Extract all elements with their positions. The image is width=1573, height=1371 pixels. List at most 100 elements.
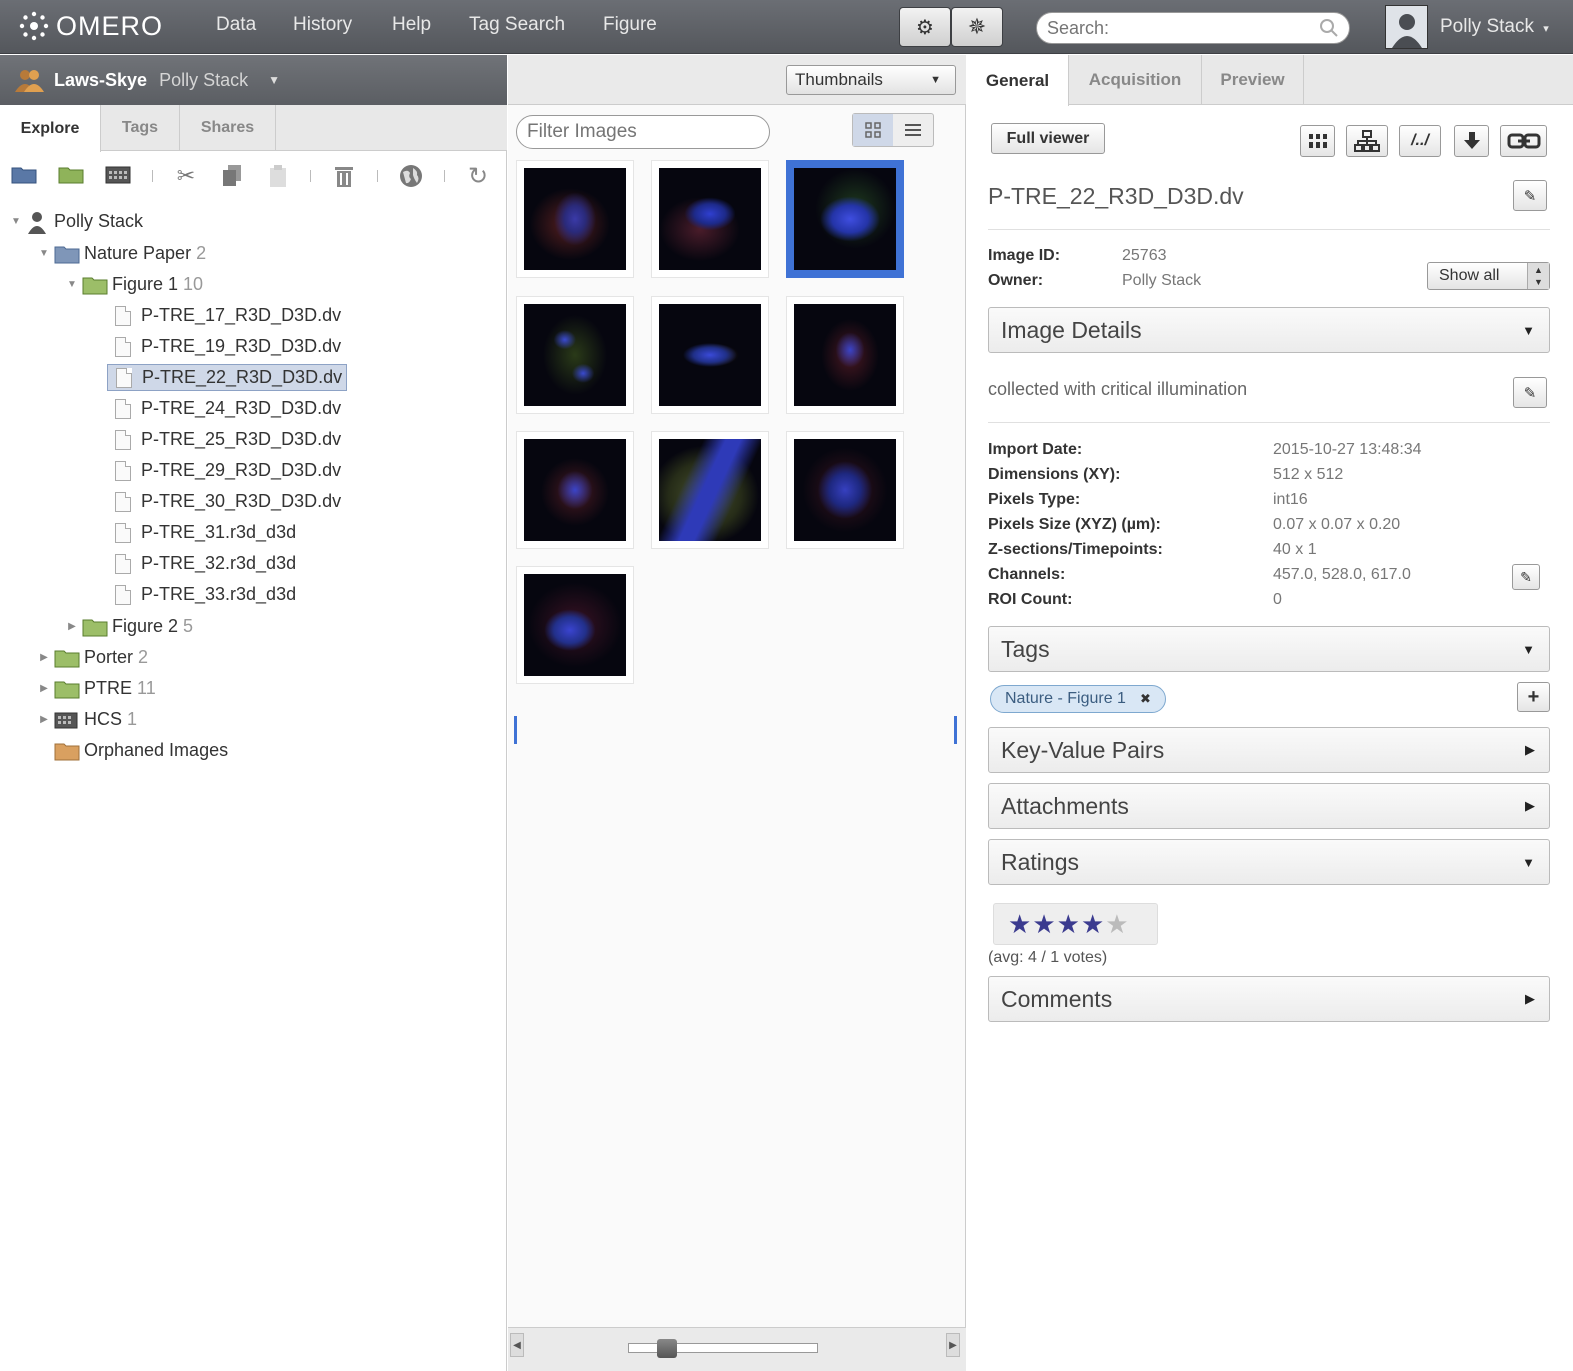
tree-orphaned-node[interactable]: Orphaned Images <box>50 737 228 764</box>
activities-button[interactable]: ✵ <box>951 7 1003 47</box>
cut-icon[interactable]: ✂ <box>172 162 200 190</box>
right-splitter-handle[interactable] <box>954 716 957 744</box>
tree-image-node[interactable]: P-TRE_31.r3d_d3d <box>107 519 296 546</box>
image-thumbnail[interactable] <box>516 160 634 278</box>
zoom-slider-handle[interactable] <box>657 1339 677 1358</box>
tab-tags[interactable]: Tags <box>101 105 180 151</box>
image-thumbnail[interactable] <box>651 431 769 549</box>
tree-image-node[interactable]: P-TRE_22_R3D_D3D.dv <box>107 364 348 391</box>
image-thumbnail[interactable] <box>516 566 634 684</box>
user-avatar[interactable] <box>1385 5 1428 49</box>
edit-name-button[interactable]: ✎ <box>1513 180 1547 211</box>
link-button[interactable] <box>1500 125 1547 157</box>
edit-description-button[interactable]: ✎ <box>1513 377 1547 408</box>
tree-expand-icon[interactable]: ▶ <box>38 714 50 725</box>
ratings-header[interactable]: Ratings ▼ <box>988 839 1550 885</box>
attachments-header[interactable]: Attachments ▶ <box>988 783 1550 829</box>
download-icon <box>1463 132 1480 149</box>
paste-icon[interactable] <box>264 162 292 190</box>
search-icon[interactable] <box>1319 18 1339 38</box>
show-all-label: Show all <box>1439 267 1500 284</box>
tab-explore[interactable]: Explore <box>0 105 101 152</box>
image-thumbnail[interactable] <box>516 431 634 549</box>
comments-header[interactable]: Comments ▶ <box>988 976 1550 1022</box>
star-icon[interactable]: ★ <box>1105 909 1129 940</box>
add-tag-button[interactable]: + <box>1517 682 1550 712</box>
tree-project-node[interactable]: ▼ Nature Paper 2 <box>38 240 206 267</box>
image-thumbnail[interactable] <box>516 296 634 414</box>
collapse-right-arrow[interactable]: ▶ <box>946 1333 960 1357</box>
edit-channels-button[interactable]: ✎ <box>1512 564 1540 590</box>
open-with-button[interactable] <box>1300 125 1335 157</box>
search-box[interactable] <box>1036 12 1350 44</box>
star-icon[interactable]: ★ <box>1081 909 1105 940</box>
scripts-button[interactable]: ⚙ <box>899 7 951 47</box>
filter-images-input[interactable] <box>527 121 769 143</box>
tag-pill[interactable]: Nature - Figure 1 ✖ <box>990 685 1166 713</box>
new-project-icon[interactable] <box>10 160 38 188</box>
hierarchy-button[interactable] <box>1346 125 1388 157</box>
collapse-left-arrow[interactable]: ◀ <box>510 1333 524 1357</box>
image-thumbnail[interactable] <box>651 296 769 414</box>
key-value-pairs-header[interactable]: Key-Value Pairs ▶ <box>988 727 1550 773</box>
roi-button[interactable]: /../ <box>1399 125 1441 157</box>
left-splitter-handle[interactable] <box>514 716 517 744</box>
nav-history[interactable]: History <box>293 14 352 36</box>
refresh-icon[interactable]: ↻ <box>464 162 492 190</box>
tags-header[interactable]: Tags ▼ <box>988 626 1550 672</box>
tree-image-node[interactable]: P-TRE_17_R3D_D3D.dv <box>107 302 341 329</box>
globe-icon[interactable] <box>397 162 425 190</box>
tree-user-node[interactable]: ▼ Polly Stack <box>10 208 143 235</box>
show-all-select[interactable]: Show all ▲ ▼ <box>1427 262 1550 290</box>
tree-image-node[interactable]: P-TRE_33.r3d_d3d <box>107 581 296 608</box>
tree-expand-icon[interactable]: ▶ <box>38 652 50 663</box>
star-icon[interactable]: ★ <box>1057 909 1081 940</box>
star-icon[interactable]: ★ <box>1008 909 1032 940</box>
tree-image-node[interactable]: P-TRE_19_R3D_D3D.dv <box>107 333 341 360</box>
filter-box[interactable] <box>516 115 770 149</box>
tree-expand-icon[interactable]: ▶ <box>66 621 78 632</box>
list-view-button[interactable] <box>893 114 933 146</box>
view-mode-select[interactable]: Thumbnails ▼ <box>786 65 956 95</box>
new-screen-icon[interactable] <box>104 160 132 188</box>
remove-tag-icon[interactable]: ✖ <box>1140 691 1151 707</box>
copy-icon[interactable] <box>218 162 246 190</box>
nav-help[interactable]: Help <box>392 14 431 36</box>
image-thumbnail[interactable] <box>786 431 904 549</box>
tab-general[interactable]: General <box>967 55 1069 106</box>
tab-preview[interactable]: Preview <box>1202 55 1304 105</box>
tree-expand-icon[interactable]: ▼ <box>10 216 22 227</box>
image-thumbnail[interactable] <box>786 296 904 414</box>
tree-image-node[interactable]: P-TRE_29_R3D_D3D.dv <box>107 457 341 484</box>
tree-expand-icon[interactable]: ▼ <box>66 279 78 290</box>
tab-acquisition[interactable]: Acquisition <box>1069 55 1202 105</box>
star-icon[interactable]: ★ <box>1032 909 1056 940</box>
tree-porter-node[interactable]: ▶ Porter 2 <box>38 644 148 671</box>
tree-image-node[interactable]: P-TRE_24_R3D_D3D.dv <box>107 395 341 422</box>
image-details-header[interactable]: Image Details ▼ <box>988 307 1550 353</box>
tree-ptre-node[interactable]: ▶ PTRE 11 <box>38 675 156 702</box>
download-button[interactable] <box>1454 125 1489 157</box>
delete-icon[interactable] <box>330 162 358 190</box>
grid-view-button[interactable] <box>853 114 893 146</box>
tree-image-node[interactable]: P-TRE_32.r3d_d3d <box>107 550 296 577</box>
tree-expand-icon[interactable]: ▶ <box>38 683 50 694</box>
nav-figure[interactable]: Figure <box>603 14 657 36</box>
nav-tag-search[interactable]: Tag Search <box>469 14 565 36</box>
nav-data[interactable]: Data <box>216 14 256 36</box>
tree-hcs-node[interactable]: ▶ HCS 1 <box>38 706 137 733</box>
search-input[interactable] <box>1047 17 1319 39</box>
omero-logo[interactable]: OMERO <box>18 10 163 42</box>
tree-image-node[interactable]: P-TRE_30_R3D_D3D.dv <box>107 488 341 515</box>
new-dataset-icon[interactable] <box>57 160 85 188</box>
tree-expand-icon[interactable]: ▼ <box>38 248 50 259</box>
tab-shares[interactable]: Shares <box>180 105 276 151</box>
tree-figure2-node[interactable]: ▶ Figure 25 <box>66 613 193 640</box>
user-menu[interactable]: Polly Stack ▾ <box>1440 16 1549 38</box>
tree-dataset-node[interactable]: ▼ Figure 1 10 <box>66 271 203 298</box>
group-selector[interactable]: Laws-Skye Polly Stack ▼ <box>0 55 507 105</box>
full-viewer-button[interactable]: Full viewer <box>991 123 1105 154</box>
image-thumbnail[interactable] <box>786 160 904 278</box>
tree-image-node[interactable]: P-TRE_25_R3D_D3D.dv <box>107 426 341 453</box>
image-thumbnail[interactable] <box>651 160 769 278</box>
